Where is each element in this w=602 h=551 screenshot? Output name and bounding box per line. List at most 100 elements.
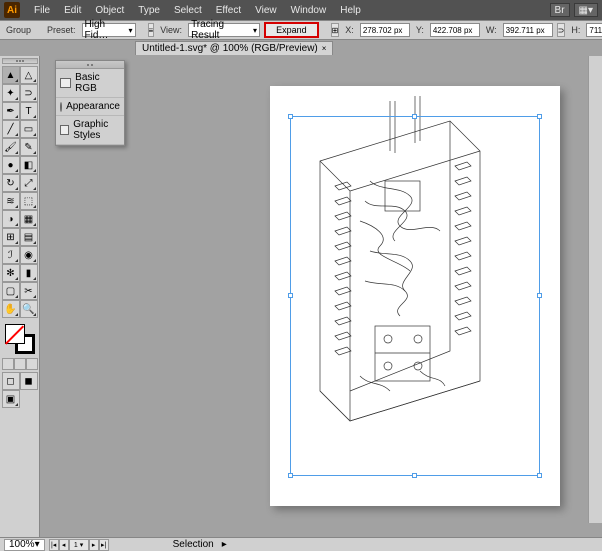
preset-select[interactable]: High Fid… bbox=[82, 23, 136, 37]
eyedropper-tool[interactable]: ℐ bbox=[2, 246, 20, 264]
document-tab[interactable]: Untitled-1.svg* @ 100% (RGB/Preview) × bbox=[135, 41, 333, 55]
width-tool[interactable]: ≋ bbox=[2, 192, 20, 210]
menu-bar: Ai File Edit Object Type Select Effect V… bbox=[0, 0, 602, 20]
scale-tool[interactable]: ⤢ bbox=[20, 174, 38, 192]
rotate-tool[interactable]: ↻ bbox=[2, 174, 20, 192]
color-mode-btn[interactable] bbox=[2, 358, 14, 370]
pen-tool[interactable]: ✒ bbox=[2, 102, 20, 120]
x-input[interactable] bbox=[360, 23, 410, 37]
panel-doc-info[interactable]: Basic RGB bbox=[56, 69, 124, 98]
free-transform-tool[interactable]: ⬚ bbox=[20, 192, 38, 210]
paintbrush-tool[interactable]: 🖌 bbox=[2, 138, 20, 156]
canvas-area[interactable]: Basic RGB Appearance Graphic Styles bbox=[40, 56, 602, 537]
w-label: W: bbox=[484, 25, 499, 35]
shape-builder-tool[interactable]: ◑ bbox=[2, 210, 20, 228]
view-select[interactable]: Tracing Result bbox=[188, 23, 260, 37]
selection-handle[interactable] bbox=[537, 293, 542, 298]
status-mode: Selection bbox=[173, 539, 214, 550]
w-input[interactable] bbox=[503, 23, 553, 37]
next-artboard-last[interactable]: ▸| bbox=[99, 539, 109, 551]
reference-point-icon[interactable]: ⊞ bbox=[331, 23, 340, 37]
selection-bounding-box bbox=[290, 116, 540, 476]
preset-label: Preset: bbox=[45, 25, 78, 35]
artboard-tool[interactable]: ▢ bbox=[2, 282, 20, 300]
hand-tool[interactable]: ✋ bbox=[2, 300, 20, 318]
selection-tool[interactable]: ▲ bbox=[2, 66, 20, 84]
selection-handle[interactable] bbox=[412, 473, 417, 478]
selection-handle[interactable] bbox=[537, 114, 542, 119]
slice-tool[interactable]: ✂ bbox=[20, 282, 38, 300]
selection-handle[interactable] bbox=[288, 293, 293, 298]
blend-tool[interactable]: ◉ bbox=[20, 246, 38, 264]
vertical-scrollbar[interactable] bbox=[588, 56, 602, 523]
fill-color[interactable] bbox=[5, 324, 25, 344]
view-label: View: bbox=[158, 25, 184, 35]
draw-behind-tool[interactable]: ◼ bbox=[20, 372, 38, 390]
selection-handle[interactable] bbox=[412, 114, 417, 119]
eraser-tool[interactable]: ◧ bbox=[20, 156, 38, 174]
status-bar: 100% ▾ |◂ ◂ 1 ▾ ▸ ▸| Selection ▸ bbox=[0, 537, 602, 551]
selection-handle[interactable] bbox=[288, 473, 293, 478]
link-wh-icon[interactable]: ⊃ bbox=[557, 23, 566, 37]
tools-panel: ▲ △ ✦ ⊃ ✒ T ╱ ▭ 🖌 ✎ ● ◧ bbox=[0, 56, 40, 537]
panel-appearance[interactable]: Appearance bbox=[56, 98, 124, 116]
pencil-tool[interactable]: ✎ bbox=[20, 138, 38, 156]
expand-button[interactable]: Expand bbox=[264, 22, 319, 38]
zoom-indicator[interactable]: 100% ▾ bbox=[4, 539, 45, 551]
menu-view[interactable]: View bbox=[249, 3, 283, 18]
selection-handle[interactable] bbox=[537, 473, 542, 478]
blob-brush-tool[interactable]: ● bbox=[2, 156, 20, 174]
direct-selection-tool[interactable]: △ bbox=[20, 66, 38, 84]
menu-edit[interactable]: Edit bbox=[58, 3, 87, 18]
doc-profile-icon bbox=[60, 78, 71, 88]
gradient-mode-btn[interactable] bbox=[14, 358, 26, 370]
control-bar: Group Preset: High Fid… ≡ View: Tracing … bbox=[0, 20, 602, 40]
graphic-styles-icon bbox=[60, 125, 69, 135]
y-input[interactable] bbox=[430, 23, 480, 37]
menu-help[interactable]: Help bbox=[334, 3, 367, 18]
app-logo: Ai bbox=[4, 2, 20, 18]
appearance-icon bbox=[60, 102, 62, 112]
perspective-grid-tool[interactable]: ▦ bbox=[20, 210, 38, 228]
menu-effect[interactable]: Effect bbox=[210, 3, 247, 18]
arrange-button[interactable]: ▦▾ bbox=[574, 3, 598, 17]
symbol-sprayer-tool[interactable]: ✻ bbox=[2, 264, 20, 282]
selection-handle[interactable] bbox=[288, 114, 293, 119]
menu-type[interactable]: Type bbox=[132, 3, 166, 18]
status-dropdown-icon[interactable]: ▸ bbox=[222, 539, 227, 550]
next-artboard[interactable]: ▸ bbox=[89, 539, 99, 551]
draw-normal-tool[interactable]: ◻ bbox=[2, 372, 20, 390]
bridge-button[interactable]: Br bbox=[550, 3, 570, 17]
group-label: Group bbox=[4, 25, 33, 35]
none-mode-btn[interactable] bbox=[26, 358, 38, 370]
rectangle-tool[interactable]: ▭ bbox=[20, 120, 38, 138]
menu-icon[interactable]: ≡ bbox=[148, 23, 155, 37]
artboard-number[interactable]: 1 ▾ bbox=[69, 539, 89, 551]
document-tab-name: Untitled-1.svg* @ 100% (RGB/Preview) bbox=[142, 43, 318, 54]
zoom-tool[interactable]: 🔍 bbox=[20, 300, 38, 318]
type-tool[interactable]: T bbox=[20, 102, 38, 120]
color-controls bbox=[2, 322, 38, 356]
panel-graphic-styles[interactable]: Graphic Styles bbox=[56, 116, 124, 145]
screen-mode-tool[interactable]: ▣ bbox=[2, 390, 20, 408]
prev-artboard[interactable]: ◂ bbox=[59, 539, 69, 551]
prev-artboard-first[interactable]: |◂ bbox=[49, 539, 59, 551]
panel-grip[interactable] bbox=[2, 58, 38, 64]
h-input[interactable] bbox=[586, 23, 602, 37]
lasso-tool[interactable]: ⊃ bbox=[20, 84, 38, 102]
close-icon[interactable]: × bbox=[322, 44, 327, 53]
menu-window[interactable]: Window bbox=[285, 3, 333, 18]
column-graph-tool[interactable]: ▮ bbox=[20, 264, 38, 282]
menu-object[interactable]: Object bbox=[89, 3, 130, 18]
gradient-tool[interactable]: ▤ bbox=[20, 228, 38, 246]
y-label: Y: bbox=[414, 25, 426, 35]
line-tool[interactable]: ╱ bbox=[2, 120, 20, 138]
mesh-tool[interactable]: ⊞ bbox=[2, 228, 20, 246]
menu-file[interactable]: File bbox=[28, 3, 56, 18]
h-label: H: bbox=[569, 25, 582, 35]
floating-panel[interactable]: Basic RGB Appearance Graphic Styles bbox=[55, 60, 125, 146]
magic-wand-tool[interactable]: ✦ bbox=[2, 84, 20, 102]
x-label: X: bbox=[343, 25, 356, 35]
menu-select[interactable]: Select bbox=[168, 3, 208, 18]
panel-header[interactable] bbox=[56, 61, 124, 69]
